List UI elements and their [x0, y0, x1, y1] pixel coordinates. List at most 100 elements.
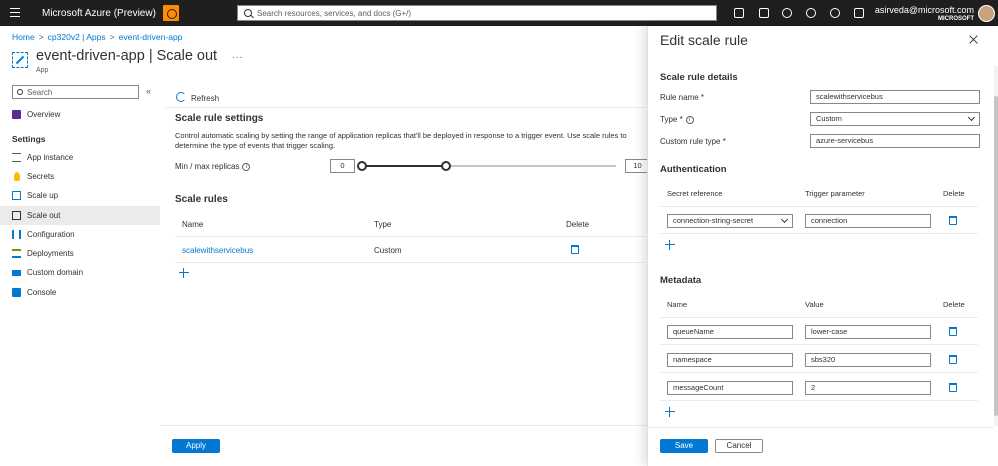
scale-rule-details-heading: Scale rule details [660, 72, 738, 83]
sidebar-item-deployments[interactable]: Deployments [0, 244, 160, 263]
apply-button[interactable]: Apply [172, 439, 220, 453]
add-metadata-plus-icon[interactable] [665, 407, 675, 417]
preview-badge-icon[interactable] [163, 5, 179, 21]
account-info[interactable]: asirveda@microsoft.com MICROSOFT [875, 5, 974, 22]
table-row-divider [175, 262, 645, 263]
refresh-label: Refresh [191, 94, 220, 103]
scrollbar-thumb[interactable] [994, 96, 998, 416]
breadcrumb-separator: > [109, 32, 115, 42]
app-title[interactable]: Microsoft Azure (Preview) [42, 8, 156, 19]
metadata-name-input[interactable]: queueName [667, 325, 793, 339]
sidebar-item-secrets[interactable]: Secrets [0, 167, 160, 186]
trigger-parameter-input[interactable]: connection [805, 214, 931, 228]
account-org: MICROSOFT [938, 16, 974, 22]
directory-filter-icon[interactable] [759, 8, 769, 18]
top-bar: Microsoft Azure (Preview) Search resourc… [0, 0, 998, 26]
close-icon[interactable] [969, 35, 978, 44]
more-options-button[interactable]: ... [232, 50, 243, 61]
help-icon[interactable] [830, 8, 840, 18]
max-replicas-thumb[interactable] [440, 161, 451, 171]
custom-rule-type-input[interactable]: azure-servicebus [810, 134, 980, 148]
metadata-delete-column-header: Delete [943, 300, 965, 309]
delete-metadata-trash-icon[interactable] [949, 383, 957, 392]
rule-name-input[interactable]: scalewithservicebus [810, 90, 980, 104]
rule-name-label: Rule name * [660, 93, 705, 102]
sidebar-search-input[interactable]: Search [12, 85, 139, 99]
table-header-divider [175, 236, 645, 237]
list-icon [12, 153, 21, 162]
sidebar-item-label: Custom domain [27, 268, 84, 277]
metadata-value-column-header: Value [805, 300, 824, 309]
trigger-parameter-column-header: Trigger parameter [805, 189, 865, 198]
sidebar-search-placeholder: Search [27, 88, 53, 97]
cancel-button[interactable]: Cancel [715, 439, 763, 453]
delete-metadata-trash-icon[interactable] [949, 355, 957, 364]
type-select[interactable]: Custom [810, 112, 980, 126]
metadata-value-input[interactable]: sbs320 [805, 353, 931, 367]
metadata-name-input[interactable]: messageCount [667, 381, 793, 395]
sidebar-item-label: Secrets [27, 172, 55, 181]
page-subtitle: App [36, 67, 49, 74]
breadcrumb-apps[interactable]: cp320v2 | Apps [48, 32, 106, 42]
sidebar-item-label: App instance [27, 153, 74, 162]
panel-scrollbar[interactable] [994, 66, 998, 426]
avatar[interactable] [978, 5, 995, 22]
search-icon [17, 89, 23, 95]
delete-auth-trash-icon[interactable] [949, 216, 957, 225]
custom-rule-type-label: Custom rule type * [660, 137, 726, 146]
sidebar-item-label: Scale out [27, 211, 61, 220]
overview-icon [12, 110, 21, 119]
scale-settings-description: Control automatic scaling by setting the… [175, 131, 627, 150]
notifications-bell-icon[interactable] [782, 8, 792, 18]
metadata-row-divider [660, 344, 978, 345]
sidebar-item-label: Overview [27, 110, 61, 119]
scale-up-icon [12, 191, 21, 200]
add-authentication-plus-icon[interactable] [665, 240, 675, 250]
sidebar-item-scale-up[interactable]: Scale up [0, 186, 160, 205]
scale-rule-link[interactable]: scalewithservicebus [182, 246, 253, 255]
sidebar-item-overview[interactable]: Overview [0, 105, 160, 124]
min-replicas-thumb[interactable] [357, 161, 367, 171]
info-icon[interactable]: i [242, 162, 251, 171]
metadata-value-input[interactable]: 2 [805, 381, 931, 395]
delete-metadata-trash-icon[interactable] [949, 327, 957, 336]
save-button[interactable]: Save [660, 439, 708, 453]
settings-heading: Settings [12, 134, 46, 144]
add-scale-rule-plus-icon[interactable] [179, 268, 189, 278]
page-name: Scale out [156, 48, 218, 64]
metadata-row-divider [660, 400, 978, 401]
metadata-value-input[interactable]: lower-case [805, 325, 931, 339]
settings-gear-icon[interactable] [806, 8, 816, 18]
title-separator: | [148, 48, 153, 64]
container-app-icon [12, 52, 28, 68]
breadcrumb-app[interactable]: event-driven-app [119, 32, 183, 42]
account-email: asirveda@microsoft.com [874, 5, 974, 15]
sidebar-item-scale-out[interactable]: Scale out [0, 206, 160, 225]
cloud-shell-icon[interactable] [734, 8, 744, 18]
column-header-name: Name [182, 220, 204, 229]
global-search-input[interactable]: Search resources, services, and docs (G+… [237, 5, 717, 21]
collapse-sidebar-button[interactable]: « [146, 86, 151, 96]
info-icon[interactable]: i [685, 115, 694, 124]
hamburger-menu-icon[interactable] [10, 8, 20, 17]
sidebar-item-app-instance[interactable]: App instance [0, 148, 160, 167]
panel-footer-divider [648, 427, 993, 428]
auth-row-divider [660, 233, 978, 234]
breadcrumb-separator: > [38, 32, 44, 42]
metadata-name-input[interactable]: namespace [667, 353, 793, 367]
secret-reference-select[interactable]: connection-string-secret [667, 214, 793, 228]
sidebar-item-console[interactable]: Console [0, 283, 160, 302]
edit-scale-rule-panel: Edit scale rule Scale rule details Rule … [647, 26, 998, 466]
min-replicas-input[interactable]: 0 [330, 159, 355, 173]
scale-rule-settings-title: Scale rule settings [175, 113, 264, 124]
delete-rule-trash-icon[interactable] [571, 245, 579, 254]
refresh-icon [176, 92, 186, 102]
sidebar-item-configuration[interactable]: Configuration [0, 225, 160, 244]
feedback-icon[interactable] [854, 8, 864, 18]
sidebar-item-custom-domain[interactable]: Custom domain [0, 263, 160, 282]
slider-fill [362, 165, 446, 167]
breadcrumb-home[interactable]: Home [12, 32, 35, 42]
domain-icon [12, 270, 21, 276]
scale-rules-title: Scale rules [175, 194, 228, 205]
replicas-range-slider[interactable] [357, 161, 616, 171]
